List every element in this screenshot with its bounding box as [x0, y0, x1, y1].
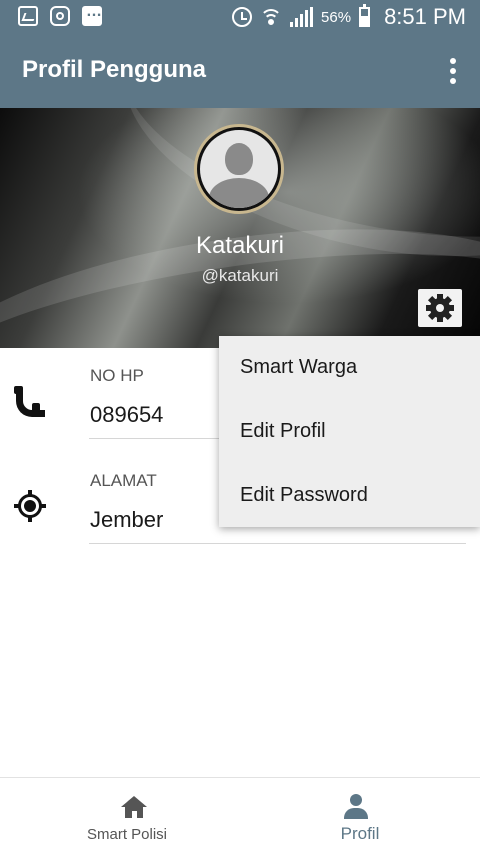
nav-label: Profil: [340, 824, 380, 843]
battery-icon: [359, 4, 371, 27]
message-icon: [82, 3, 102, 26]
app-bar: Profil Pengguna: [0, 34, 480, 108]
phone-row-icon-wrap: [14, 386, 48, 420]
system-icons: 56% 8:51 PM: [232, 3, 466, 31]
clock: 8:51 PM: [384, 4, 466, 29]
nav-item-smart-polisi[interactable]: Smart Polisi: [7, 778, 247, 854]
profile-name: Katakuri: [195, 232, 285, 259]
menu-item-edit-password[interactable]: Edit Password: [240, 484, 368, 507]
phone-label: NO HP: [90, 366, 144, 385]
location-target-icon: [14, 490, 46, 522]
signal-icon: [290, 7, 314, 27]
profile-username: @katakuri: [201, 266, 279, 285]
instagram-icon: [50, 6, 70, 26]
status-bar: 56% 8:51 PM: [0, 0, 480, 34]
notification-icons: [18, 3, 102, 26]
divider: [89, 543, 466, 544]
profile-header: Katakuri @katakuri: [0, 108, 480, 348]
phone-value: 089654: [90, 402, 164, 427]
home-icon: [121, 796, 147, 820]
page-title: Profil Pengguna: [22, 56, 207, 83]
nav-item-profil[interactable]: Profil: [240, 778, 480, 854]
address-value: Jember: [90, 507, 164, 532]
default-avatar-icon: [200, 130, 278, 208]
battery-percent: 56%: [321, 8, 352, 26]
menu-item-edit-profil[interactable]: Edit Profil: [240, 420, 326, 443]
person-icon: [344, 794, 368, 820]
alarm-icon: [232, 7, 253, 27]
gallery-icon: [18, 6, 38, 26]
menu-item-smart-warga[interactable]: Smart Warga: [240, 356, 357, 379]
avatar: [194, 124, 284, 214]
address-row-icon-wrap: [14, 490, 48, 524]
gear-icon: [426, 294, 454, 322]
phone-icon: [14, 386, 45, 417]
settings-button[interactable]: [418, 289, 462, 327]
more-vert-icon[interactable]: [448, 58, 458, 86]
bottom-navigation: Smart Polisi Profil: [0, 777, 480, 854]
address-label: ALAMAT: [90, 471, 157, 490]
nav-label: Smart Polisi: [86, 826, 168, 843]
settings-popup-menu: Smart Warga Edit Profil Edit Password: [219, 336, 480, 527]
wifi-icon: [260, 7, 283, 27]
